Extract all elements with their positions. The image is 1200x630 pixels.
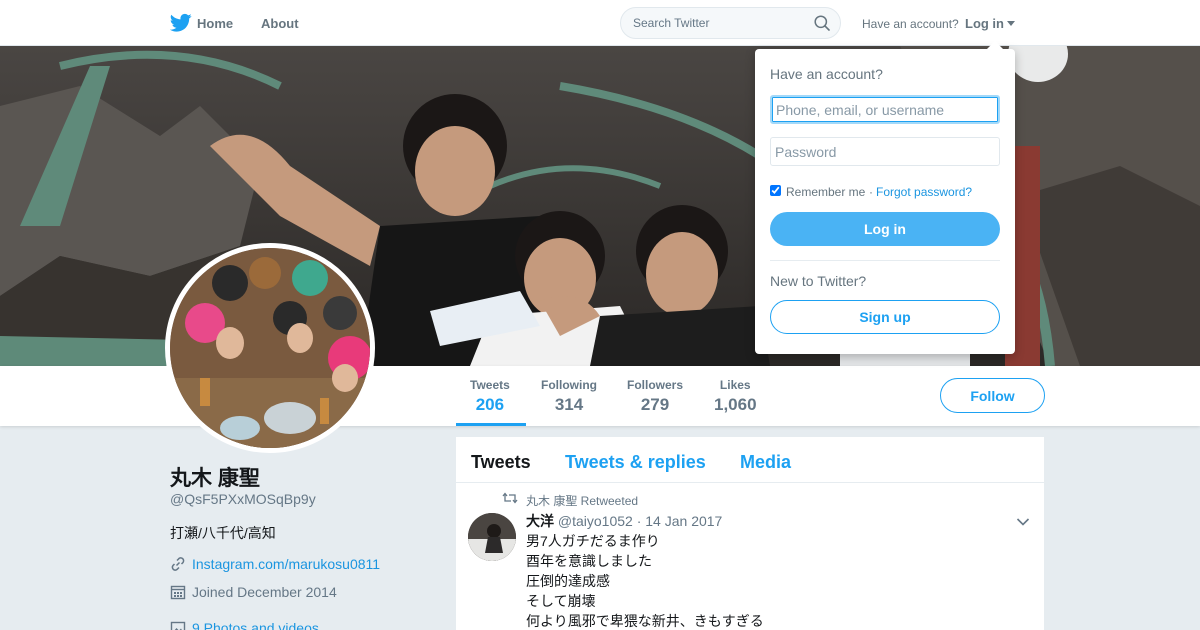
profile-bio: 打瀬/八千代/高知 [170, 525, 276, 541]
stat-value: 314 [554, 395, 584, 414]
stat-following[interactable]: Following 314 [541, 378, 597, 415]
nav-home-link[interactable]: Home [197, 16, 233, 31]
stat-followers[interactable]: Followers 279 [627, 378, 683, 415]
stat-label: Tweets [470, 378, 510, 392]
profile-joined-row: Joined December 2014 [170, 583, 420, 603]
forgot-password-link[interactable]: Forgot password? [876, 185, 972, 199]
dropdown-arrow [987, 41, 1003, 49]
nav-about-link[interactable]: About [261, 16, 299, 31]
tweet-line: 酉年を意識しました [526, 553, 652, 569]
profile-photos-link[interactable]: 9 Photos and videos [192, 620, 319, 630]
profile-photos-row: 9 Photos and videos [170, 619, 420, 630]
caret-down-icon[interactable] [1007, 21, 1015, 26]
username-field[interactable] [770, 95, 1000, 124]
stat-label: Likes [719, 378, 751, 392]
password-field[interactable] [770, 137, 1000, 166]
remember-me-checkbox[interactable] [770, 185, 781, 196]
stat-value: 206 [475, 395, 505, 414]
retweet-icon [502, 492, 518, 504]
profile-avatar[interactable] [165, 243, 375, 453]
tab-media[interactable]: Media [740, 452, 791, 473]
tweet-date[interactable]: · 14 Jan 2017 [637, 513, 723, 529]
profile-joined-date: Joined December 2014 [192, 584, 337, 600]
remember-me-label[interactable]: Remember me [786, 185, 865, 199]
dropdown-divider [770, 260, 1000, 261]
stat-value: 1,060 [714, 395, 757, 414]
stat-label: Following [541, 378, 597, 392]
tab-tweets-and-replies[interactable]: Tweets & replies [565, 452, 706, 473]
top-navigation-bar: Home About Have an account? Log in [0, 0, 1200, 46]
search-input[interactable] [633, 15, 813, 31]
stat-label: Followers [627, 378, 684, 392]
timeline-tabs: Tweets Tweets & replies Media [456, 437, 1044, 483]
tweet-line: 何より風邪で卑猥な新井、きもすぎる [526, 613, 764, 629]
calendar-icon [170, 585, 186, 600]
retweet-context-text[interactable]: 丸木 康聖 Retweeted [526, 492, 638, 509]
follow-button[interactable]: Follow [940, 378, 1045, 413]
profile-handle[interactable]: @QsF5PXxMOSqBp9y [170, 491, 316, 507]
tweet-author-avatar[interactable] [468, 513, 516, 561]
profile-website-link[interactable]: Instagram.com/marukosu0811 [192, 556, 380, 572]
tweet-author-handle[interactable]: @taiyo1052 [558, 513, 633, 529]
search-icon[interactable] [814, 15, 830, 31]
stat-likes[interactable]: Likes 1,060 [714, 378, 757, 415]
tweet-header: 大洋 @taiyo1052 · 14 Jan 2017 [526, 511, 722, 531]
tweet-line: そして崩壊 [526, 593, 596, 609]
have-account-text: Have an account? [862, 17, 959, 31]
new-to-twitter-text: New to Twitter? [770, 273, 867, 289]
login-dropdown: Have an account? Remember me · Forgot pa… [755, 49, 1015, 354]
timeline: Tweets Tweets & replies Media 丸木 康聖 Retw… [456, 437, 1044, 630]
tab-tweets[interactable]: Tweets [471, 452, 531, 473]
separator-dot: · [869, 185, 873, 199]
profile-name: 丸木 康聖 [170, 467, 260, 490]
active-tab-indicator [456, 423, 526, 426]
profile-website-row: Instagram.com/marukosu0811 [170, 555, 420, 575]
photo-icon [170, 621, 186, 630]
tweet-line: 男7人ガチだるま作り [526, 533, 660, 549]
login-dropdown-toggle[interactable]: Log in [965, 16, 1004, 31]
link-icon [171, 557, 185, 571]
search-box [620, 7, 841, 39]
dropdown-title: Have an account? [770, 66, 883, 82]
tweet-line: 圧倒的達成感 [526, 573, 610, 589]
tweet-text: 男7人ガチだるま作り 酉年を意識しました 圧倒的達成感 そして崩壊 何より風邪で… [526, 531, 764, 630]
chevron-down-icon[interactable] [1016, 517, 1030, 527]
twitter-bird-icon[interactable] [170, 13, 192, 33]
signup-button[interactable]: Sign up [770, 300, 1000, 334]
stat-tweets[interactable]: Tweets 206 [470, 378, 510, 415]
login-button[interactable]: Log in [770, 212, 1000, 246]
tweet-author-name[interactable]: 大洋 [526, 513, 554, 529]
stat-value: 279 [640, 395, 670, 414]
